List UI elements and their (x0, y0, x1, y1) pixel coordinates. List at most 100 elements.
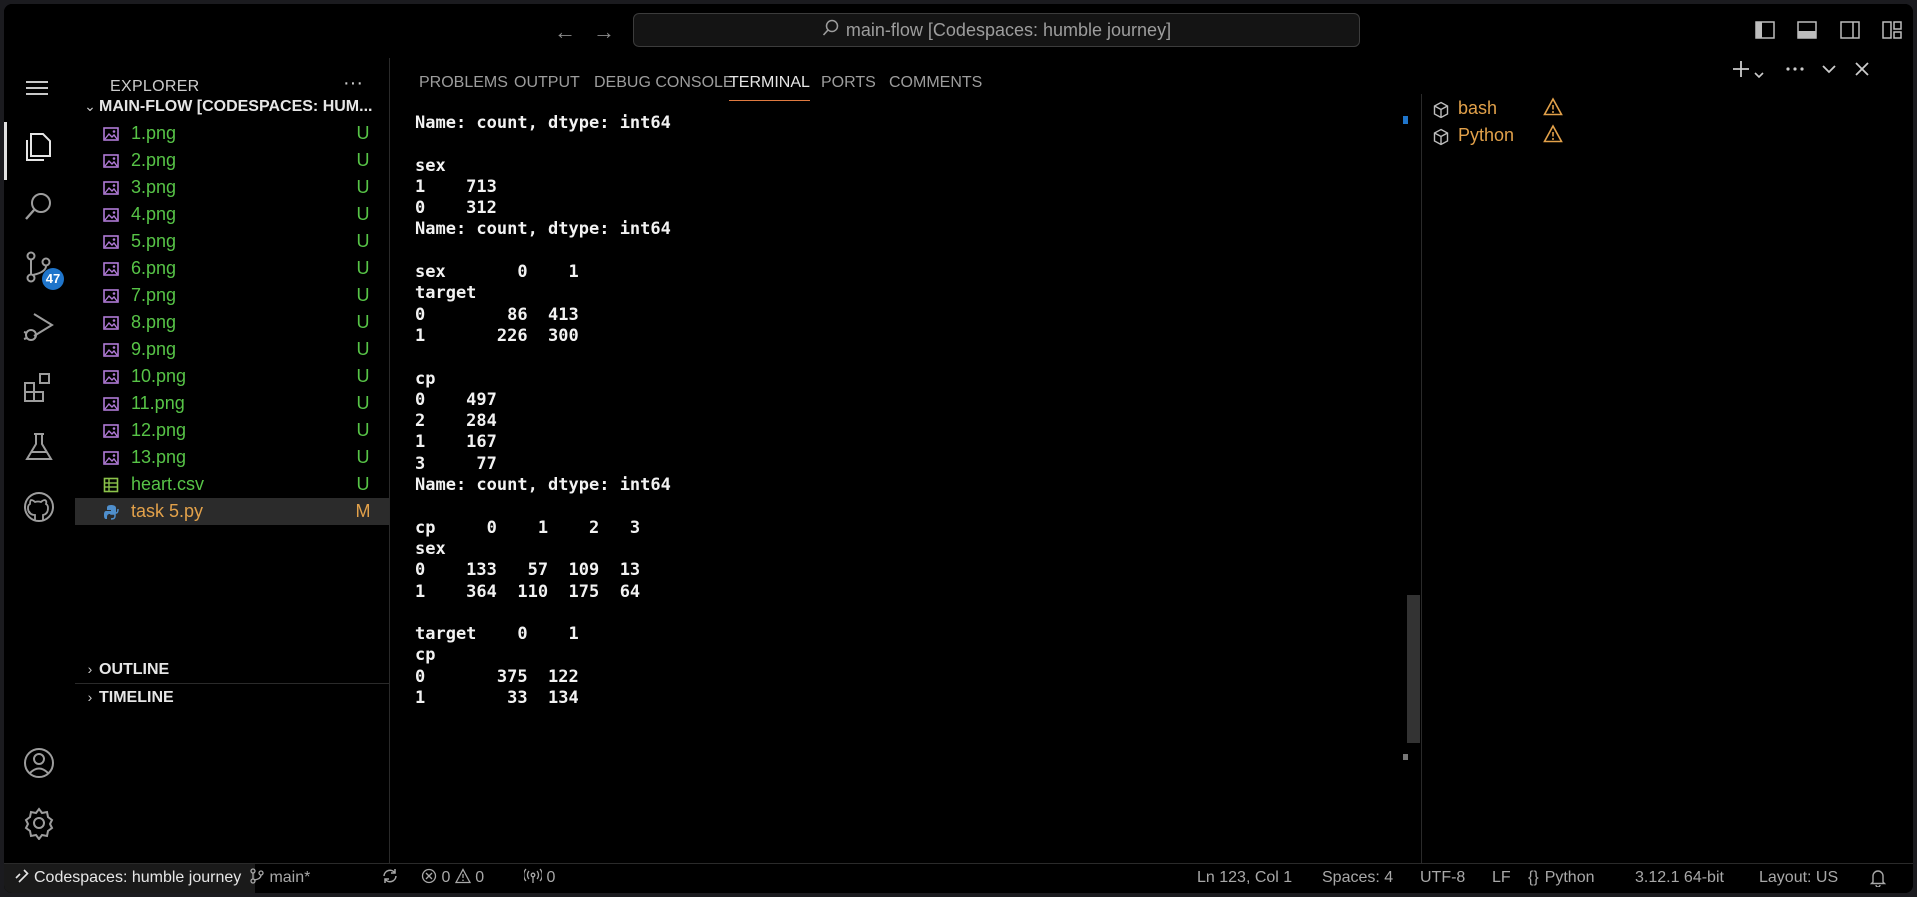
keyboard-layout[interactable]: Layout: US (1759, 864, 1838, 892)
file-name: 2.png (131, 150, 177, 170)
gear-icon (24, 807, 54, 840)
terminal-profile-dropdown[interactable] (1752, 62, 1766, 88)
remote-indicator[interactable]: Codespaces: humble journey (4, 864, 256, 893)
file-status-badge: U (356, 420, 370, 440)
ports-indicator[interactable]: 0 (523, 864, 556, 892)
notifications-button[interactable] (1869, 869, 1887, 893)
toggle-panel-icon[interactable] (1796, 19, 1820, 43)
close-panel-button[interactable] (1851, 58, 1873, 86)
file-item[interactable]: 5.png U (75, 228, 389, 255)
activity-bar: 47 (4, 58, 75, 863)
toggle-primary-sidebar-icon[interactable] (1754, 19, 1778, 43)
file-item[interactable]: 12.png U (75, 417, 389, 444)
terminal-line: cp (415, 368, 436, 389)
encoding[interactable]: UTF-8 (1420, 864, 1465, 892)
menu-button[interactable] (4, 58, 75, 118)
testing-button[interactable] (4, 414, 75, 474)
file-item[interactable]: 2.png U (75, 147, 389, 174)
image-file-icon (103, 208, 119, 222)
explorer-more-button[interactable]: ··· (343, 72, 363, 95)
file-status-badge: U (356, 150, 370, 170)
branch-indicator[interactable]: main* (249, 864, 310, 892)
source-control-button[interactable]: 47 (4, 234, 75, 294)
line-ending[interactable]: LF (1492, 864, 1511, 892)
outline-section[interactable]: › OUTLINE (75, 656, 390, 683)
file-item[interactable]: 13.png U (75, 444, 389, 471)
account-icon (24, 748, 54, 778)
manage-button[interactable] (4, 790, 75, 850)
language-mode[interactable]: {} Python (1528, 864, 1595, 892)
terminal-line: 0 375 122 (415, 666, 579, 687)
cursor-position[interactable]: Ln 123, Col 1 (1197, 864, 1292, 892)
terminal-instance[interactable]: Python (1432, 122, 1572, 149)
timeline-section[interactable]: › TIMELINE (75, 683, 390, 711)
file-status-badge: M (355, 501, 371, 521)
panel-more-button[interactable] (1784, 58, 1806, 86)
workspace-root[interactable]: ⌄ MAIN-FLOW [CODESPACES: HUM... (75, 93, 390, 120)
chevron-down-icon (1754, 72, 1764, 79)
terminal-line: 1 33 134 (415, 688, 579, 709)
search-icon (822, 15, 840, 47)
forward-button[interactable]: → (590, 18, 618, 46)
file-item[interactable]: 1.png U (75, 120, 389, 147)
tab-ports[interactable]: PORTS (821, 74, 876, 100)
problems-indicator[interactable]: 0 0 (421, 864, 484, 892)
interpreter-version[interactable]: 3.12.1 64-bit (1635, 864, 1724, 892)
tab-output[interactable]: OUTPUT (514, 74, 580, 100)
file-item[interactable]: task 5.py M (75, 498, 389, 525)
sync-icon (383, 869, 397, 883)
terminal-output[interactable]: Name: count, dtype: int64 sex 1 713 0 312 Na… (415, 113, 1475, 863)
python-file-icon (104, 505, 119, 520)
branch-icon (250, 868, 264, 884)
run-debug-button[interactable] (4, 294, 75, 354)
terminal-line: cp (415, 645, 436, 666)
search-button[interactable] (4, 174, 75, 234)
tab-problems[interactable]: PROBLEMS (419, 74, 508, 100)
maximize-panel-button[interactable] (1818, 58, 1840, 86)
ports-count: 0 (546, 869, 556, 886)
plus-icon (1733, 61, 1749, 77)
timeline-label: TIMELINE (99, 689, 174, 706)
ellipsis-icon (1786, 67, 1804, 71)
file-item[interactable]: 8.png U (75, 309, 389, 336)
customize-layout-icon[interactable] (1881, 19, 1905, 43)
file-name: 6.png (131, 258, 177, 278)
file-item[interactable]: 4.png U (75, 201, 389, 228)
toggle-secondary-sidebar-icon[interactable] (1839, 19, 1863, 43)
tab-debug-console[interactable]: DEBUG CONSOLE (594, 74, 734, 100)
tab-terminal[interactable]: TERMINAL (729, 74, 810, 101)
file-name: 9.png (131, 339, 177, 359)
file-item[interactable]: 10.png U (75, 363, 389, 390)
accounts-button[interactable] (4, 730, 75, 790)
image-file-icon (103, 289, 119, 303)
file-item[interactable]: heart.csv U (75, 471, 389, 498)
indentation[interactable]: Spaces: 4 (1322, 864, 1393, 892)
file-item[interactable]: 9.png U (75, 336, 389, 363)
extensions-button[interactable] (4, 354, 75, 414)
file-item[interactable]: 11.png U (75, 390, 389, 417)
status-bar: Codespaces: humble journey main* 0 0 0 L… (4, 863, 1913, 893)
github-button[interactable] (4, 474, 75, 534)
back-button[interactable]: ← (551, 18, 579, 46)
file-item[interactable]: 6.png U (75, 255, 389, 282)
sync-button[interactable] (381, 864, 399, 892)
file-item[interactable]: 3.png U (75, 174, 389, 201)
explorer-sidebar: EXPLORER ··· ⌄ MAIN-FLOW [CODESPACES: HUM… (75, 58, 390, 863)
command-center[interactable]: main-flow [Codespaces: humble journey] (633, 13, 1360, 47)
explorer-button[interactable] (4, 114, 75, 180)
file-item[interactable]: 7.png U (75, 282, 389, 309)
tab-comments[interactable]: COMMENTS (889, 74, 982, 100)
branch-label: main* (269, 869, 311, 886)
terminal-line: 1 167 (415, 432, 497, 453)
terminal-line: target (415, 283, 477, 304)
image-file-icon (103, 397, 119, 411)
file-status-badge: U (356, 393, 370, 413)
file-status-badge: U (356, 366, 370, 386)
terminal-scrollbar[interactable] (1407, 595, 1420, 743)
new-terminal-button[interactable] (1730, 58, 1752, 86)
file-status-badge: U (356, 285, 370, 305)
command-center-label: main-flow [Codespaces: humble journey] (845, 20, 1172, 40)
file-name: 1.png (131, 123, 177, 143)
terminal-line: target 0 1 (415, 624, 579, 645)
terminal-instance[interactable]: bash (1432, 95, 1572, 122)
